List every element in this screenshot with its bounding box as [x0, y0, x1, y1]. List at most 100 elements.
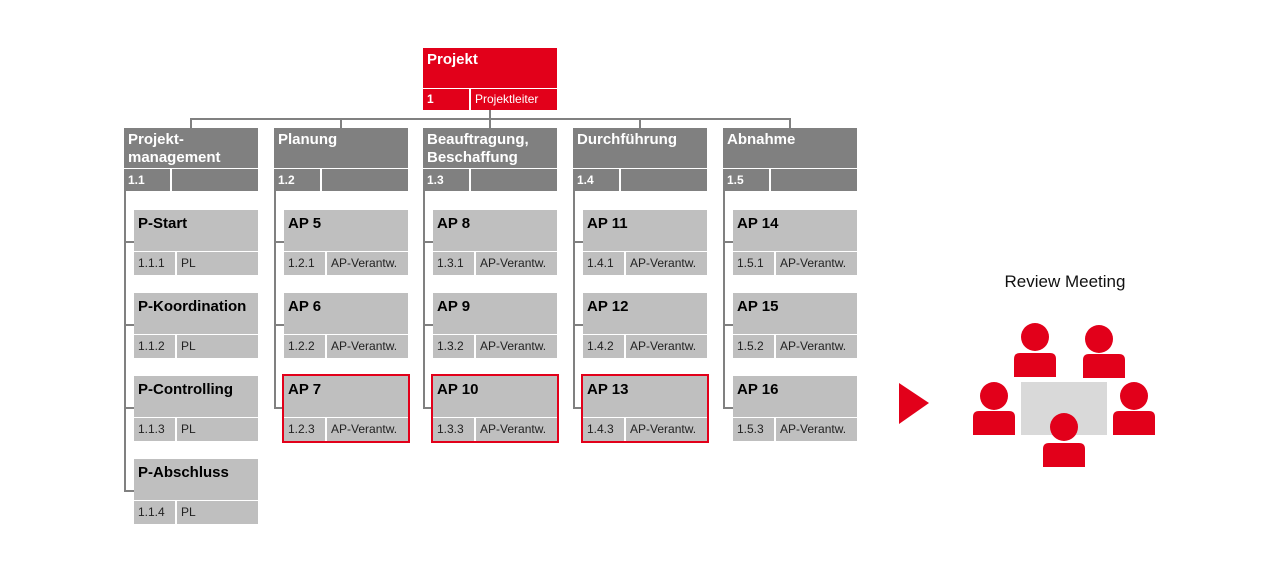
work-package-number: 1.4.2: [583, 335, 624, 358]
work-package-number: 1.1.3: [134, 418, 175, 441]
work-package-owner: AP-Verantw.: [626, 418, 707, 441]
work-package[interactable]: AP 14 1.5.1 AP-Verantw.: [733, 210, 857, 275]
root-owner: Projektleiter: [471, 89, 557, 110]
phase-number: 1.4: [573, 169, 619, 191]
work-package-number: 1.2.3: [284, 418, 325, 441]
connector-line: [340, 118, 342, 128]
connector-line: [124, 324, 134, 326]
phase-node[interactable]: Abnahme 1.5: [723, 128, 857, 191]
connector-line: [723, 324, 733, 326]
connector-line: [573, 191, 575, 409]
phase-title: Durchführung: [573, 128, 707, 168]
phase-owner: [471, 169, 557, 191]
work-package[interactable]: AP 9 1.3.2 AP-Verantw.: [433, 293, 557, 358]
work-package-title: AP 15: [733, 293, 857, 334]
root-title: Projekt: [423, 48, 557, 88]
work-package[interactable]: AP 15 1.5.2 AP-Verantw.: [733, 293, 857, 358]
work-package[interactable]: AP 7 1.2.3 AP-Verantw.: [282, 374, 410, 443]
work-package-owner: AP-Verantw.: [476, 335, 557, 358]
connector-line: [274, 191, 276, 409]
connector-line: [274, 241, 284, 243]
work-package[interactable]: AP 12 1.4.2 AP-Verantw.: [583, 293, 707, 358]
phase-title: Projekt- management: [124, 128, 258, 168]
work-package-title: AP 7: [284, 376, 408, 417]
work-package-owner: AP-Verantw.: [626, 335, 707, 358]
connector-line: [639, 118, 641, 128]
work-package-number: 1.4.1: [583, 252, 624, 275]
work-package-owner: AP-Verantw.: [327, 252, 408, 275]
phase-node[interactable]: Durchführung 1.4: [573, 128, 707, 191]
work-package-owner: AP-Verantw.: [776, 335, 857, 358]
connector-line: [723, 191, 725, 409]
connector-line: [274, 324, 284, 326]
work-package-title: AP 6: [284, 293, 408, 334]
phase-node[interactable]: Beauftragung, Beschaffung 1.3: [423, 128, 557, 191]
phase-owner: [771, 169, 857, 191]
connector-line: [190, 118, 192, 128]
connector-line: [723, 241, 733, 243]
root-node[interactable]: Projekt 1 Projektleiter: [423, 48, 557, 110]
work-package-number: 1.1.1: [134, 252, 175, 275]
work-package[interactable]: P-Abschluss 1.1.4 PL: [134, 459, 258, 524]
work-package-title: AP 5: [284, 210, 408, 251]
work-package[interactable]: AP 13 1.4.3 AP-Verantw.: [581, 374, 709, 443]
phase-number: 1.1: [124, 169, 170, 191]
work-package[interactable]: P-Controlling 1.1.3 PL: [134, 376, 258, 441]
phase-number: 1.3: [423, 169, 469, 191]
person-icon: [973, 382, 1015, 435]
work-package-owner: AP-Verantw.: [327, 418, 408, 441]
connector-line: [124, 490, 134, 492]
person-icon: [1083, 325, 1125, 378]
work-package-owner: PL: [177, 418, 258, 441]
work-package[interactable]: AP 6 1.2.2 AP-Verantw.: [284, 293, 408, 358]
work-package-number: 1.5.1: [733, 252, 774, 275]
connector-line: [489, 118, 491, 128]
work-package-number: 1.4.3: [583, 418, 624, 441]
connector-line: [124, 241, 134, 243]
work-package-title: P-Start: [134, 210, 258, 251]
work-package[interactable]: P-Koordination 1.1.2 PL: [134, 293, 258, 358]
phase-node[interactable]: Projekt- management 1.1: [124, 128, 258, 191]
phase-title: Beauftragung, Beschaffung: [423, 128, 557, 168]
connector-line: [573, 324, 583, 326]
person-icon: [1014, 323, 1056, 377]
work-package-owner: AP-Verantw.: [476, 418, 557, 441]
work-package[interactable]: AP 10 1.3.3 AP-Verantw.: [431, 374, 559, 443]
work-package-title: P-Controlling: [134, 376, 258, 417]
phase-owner: [322, 169, 408, 191]
work-package-number: 1.3.2: [433, 335, 474, 358]
connector-line: [423, 324, 433, 326]
work-package-number: 1.2.2: [284, 335, 325, 358]
work-package[interactable]: AP 5 1.2.1 AP-Verantw.: [284, 210, 408, 275]
work-package-title: AP 16: [733, 376, 857, 417]
phase-node[interactable]: Planung 1.2: [274, 128, 408, 191]
connector-line: [423, 191, 425, 409]
connector-line: [573, 241, 583, 243]
work-package-number: 1.5.2: [733, 335, 774, 358]
phase-number: 1.2: [274, 169, 320, 191]
work-package[interactable]: P-Start 1.1.1 PL: [134, 210, 258, 275]
phase-owner: [621, 169, 707, 191]
work-package-title: P-Abschluss: [134, 459, 258, 500]
phase-number: 1.5: [723, 169, 769, 191]
triangle-right-icon: [899, 383, 929, 424]
connector-line: [124, 407, 134, 409]
work-package-title: AP 11: [583, 210, 707, 251]
work-package-number: 1.5.3: [733, 418, 774, 441]
work-package-number: 1.2.1: [284, 252, 325, 275]
root-number: 1: [423, 89, 469, 110]
phase-title: Planung: [274, 128, 408, 168]
review-meeting-label: Review Meeting: [1004, 272, 1126, 291]
work-package-owner: AP-Verantw.: [776, 418, 857, 441]
work-package[interactable]: AP 16 1.5.3 AP-Verantw.: [733, 376, 857, 441]
phase-owner: [172, 169, 258, 191]
phase-title: Abnahme: [723, 128, 857, 168]
work-package-title: AP 8: [433, 210, 557, 251]
work-package-owner: AP-Verantw.: [327, 335, 408, 358]
work-package-owner: AP-Verantw.: [626, 252, 707, 275]
work-package[interactable]: AP 11 1.4.1 AP-Verantw.: [583, 210, 707, 275]
work-package[interactable]: AP 8 1.3.1 AP-Verantw.: [433, 210, 557, 275]
work-package-number: 1.1.2: [134, 335, 175, 358]
work-package-owner: AP-Verantw.: [776, 252, 857, 275]
work-package-title: AP 10: [433, 376, 557, 417]
